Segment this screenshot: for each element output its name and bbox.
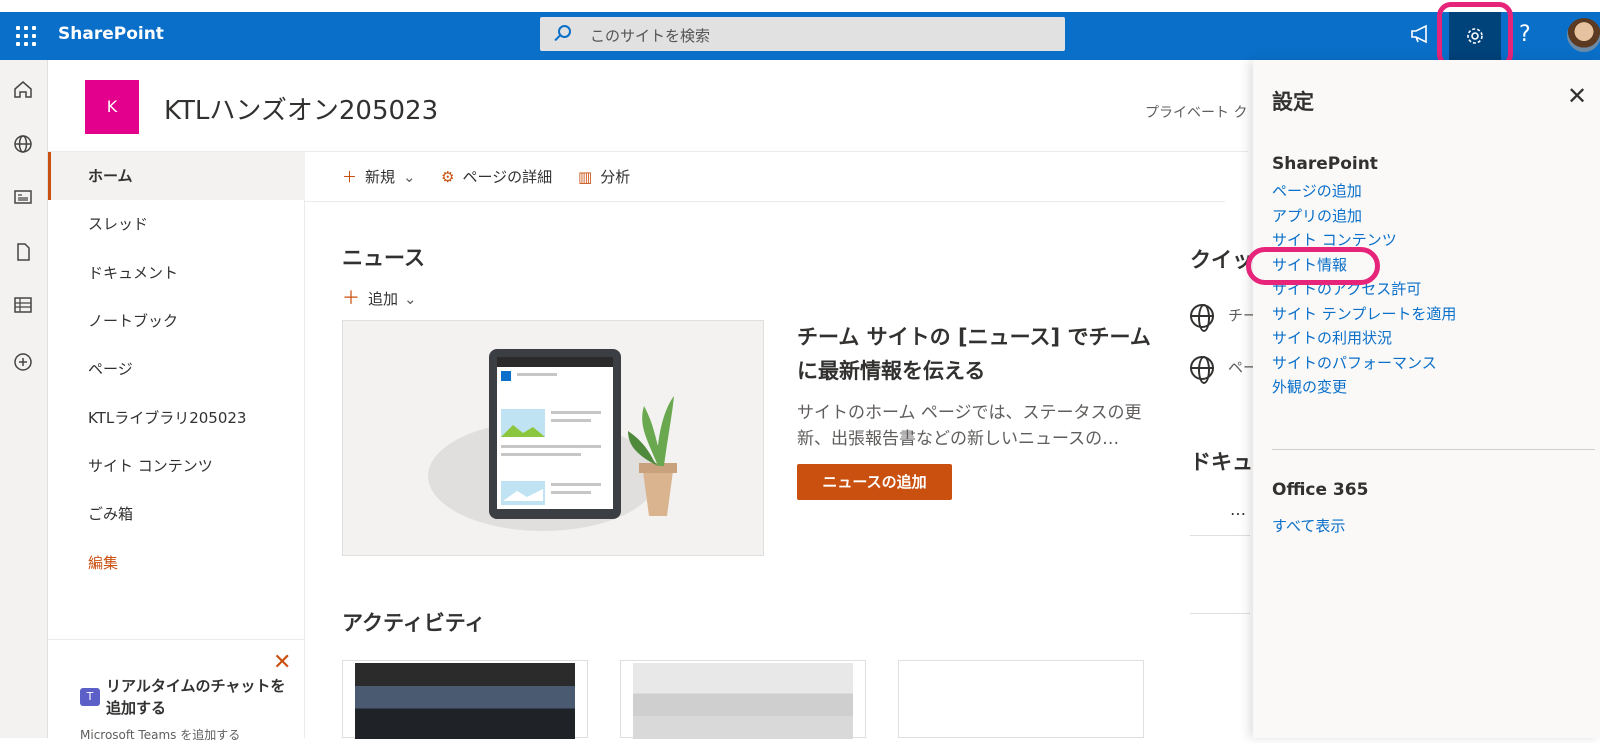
nav-edit-link[interactable]: 編集 <box>88 552 118 573</box>
close-icon[interactable]: ✕ <box>273 650 291 675</box>
create-icon[interactable] <box>12 351 34 373</box>
activity-thumbnail <box>633 663 853 739</box>
activity-heading: アクティビティ <box>342 611 486 635</box>
teams-promo-subtitle: Microsoft Teams を追加する <box>80 728 241 742</box>
nav-item-pages[interactable]: ページ <box>88 358 133 379</box>
waffle-icon[interactable] <box>8 20 40 52</box>
highlight-ring-settings <box>1437 2 1513 68</box>
search-icon <box>558 25 571 38</box>
news-headline[interactable]: チーム サイトの [ニュース] でチームに最新情報を伝える <box>797 320 1157 388</box>
help-icon[interactable]: ? <box>1519 22 1531 47</box>
avatar[interactable] <box>1567 18 1600 52</box>
quick-links-heading: クイッ <box>1190 248 1253 272</box>
news-icon[interactable] <box>12 186 34 208</box>
close-icon[interactable]: ✕ <box>1567 82 1587 110</box>
link-site-performance[interactable]: サイトのパフォーマンス <box>1272 352 1437 373</box>
globe-icon <box>1190 304 1214 332</box>
news-heading: ニュース <box>342 246 425 270</box>
new-label: 新規 <box>365 168 396 186</box>
settings-panel-title: 設定 <box>1272 90 1314 114</box>
search-box[interactable]: このサイトを検索 <box>540 17 1065 51</box>
teams-promo-title[interactable]: リアルタイムのチャットを追加する <box>106 675 286 719</box>
analytics-button[interactable]: ▥ 分析 <box>578 166 630 187</box>
link-view-all[interactable]: すべて表示 <box>1272 515 1345 536</box>
activity-thumbnail <box>355 663 575 739</box>
left-navigation: ホーム スレッド ドキュメント ノートブック ページ KTLライブラリ20502… <box>48 152 305 742</box>
nav-item-threads[interactable]: スレッド <box>88 213 148 234</box>
link-change-look[interactable]: 外観の変更 <box>1272 376 1347 397</box>
link-add-page[interactable]: ページの追加 <box>1272 180 1362 201</box>
plus-icon: ＋ <box>342 288 360 309</box>
highlight-ring-site-information <box>1246 247 1380 285</box>
chevron-down-icon: ⌄ <box>404 290 417 308</box>
nav-item-documents[interactable]: ドキュメント <box>88 262 178 283</box>
settings-panel: 設定 ✕ SharePoint ページの追加 アプリの追加 サイト コンテンツ … <box>1253 60 1600 738</box>
news-description: サイトのホーム ページでは、ステータスの更新、出張報告書などの新しいニュースの… <box>797 403 1142 449</box>
chart-icon: ▥ <box>578 168 593 186</box>
link-site-usage[interactable]: サイトの利用状況 <box>1272 327 1392 348</box>
quick-link-item[interactable]: チー <box>1190 304 1258 332</box>
site-logo[interactable]: K <box>85 80 139 134</box>
page-details-label: ページの詳細 <box>462 168 553 186</box>
chevron-down-icon: ⌄ <box>403 168 416 186</box>
add-news-button[interactable]: ＋ 追加 ⌄ <box>342 284 417 310</box>
documents-heading: ドキュ <box>1190 450 1253 474</box>
more-options-icon[interactable]: … <box>1230 500 1246 519</box>
activity-card[interactable] <box>342 660 588 739</box>
nav-item-site-contents[interactable]: サイト コンテンツ <box>88 455 213 476</box>
nav-item-recycle-bin[interactable]: ごみ箱 <box>88 503 133 524</box>
site-header: K KTLハンズオン205023 プライベート ク <box>48 60 1248 152</box>
command-bar: ＋ 新規 ⌄ ⚙ ページの詳細 ▥ 分析 <box>305 152 1225 202</box>
divider <box>1190 613 1250 614</box>
analytics-label: 分析 <box>600 168 631 186</box>
news-illustration <box>342 320 764 556</box>
list-icon[interactable] <box>12 294 34 316</box>
top-margin <box>0 0 1600 12</box>
globe-icon <box>1190 356 1214 384</box>
divider <box>1190 535 1250 536</box>
link-apply-site-template[interactable]: サイト テンプレートを適用 <box>1272 303 1456 324</box>
plus-icon: ＋ <box>342 168 358 186</box>
page-details-button[interactable]: ⚙ ページの詳細 <box>441 166 552 187</box>
nav-item-home[interactable]: ホーム <box>88 165 133 186</box>
site-privacy-label: プライベート ク <box>1145 105 1248 121</box>
new-button[interactable]: ＋ 新規 ⌄ <box>342 166 416 187</box>
home-icon[interactable] <box>12 78 34 100</box>
teams-icon: T <box>80 688 100 706</box>
add-news-post-button[interactable]: ニュースの追加 <box>797 464 952 500</box>
quick-link-item[interactable]: ペー <box>1190 356 1258 384</box>
teams-promo: ✕ T リアルタイムのチャットを追加する Microsoft Teams を追加… <box>48 639 305 742</box>
activity-card[interactable] <box>620 660 866 739</box>
nav-selection-indicator <box>48 152 51 200</box>
megaphone-icon[interactable] <box>1410 24 1432 49</box>
office365-section-heading: Office 365 <box>1272 480 1369 500</box>
search-input[interactable]: このサイトを検索 <box>590 25 710 46</box>
add-news-label: 追加 <box>368 290 399 308</box>
app-name[interactable]: SharePoint <box>58 24 164 44</box>
nav-item-notebook[interactable]: ノートブック <box>88 310 178 331</box>
sharepoint-section-heading: SharePoint <box>1272 154 1378 174</box>
gear-icon: ⚙ <box>441 168 455 186</box>
nav-active-background <box>48 152 305 200</box>
link-add-app[interactable]: アプリの追加 <box>1272 205 1362 226</box>
file-icon[interactable] <box>12 241 34 263</box>
site-title[interactable]: KTLハンズオン205023 <box>164 90 438 127</box>
panel-divider <box>1272 449 1595 450</box>
nav-item-library[interactable]: KTLライブラリ205023 <box>88 407 246 428</box>
activity-card[interactable] <box>898 660 1144 738</box>
globe-icon[interactable] <box>12 133 34 155</box>
suite-bar: SharePoint このサイトを検索 ? <box>0 12 1600 60</box>
app-rail <box>0 60 48 738</box>
